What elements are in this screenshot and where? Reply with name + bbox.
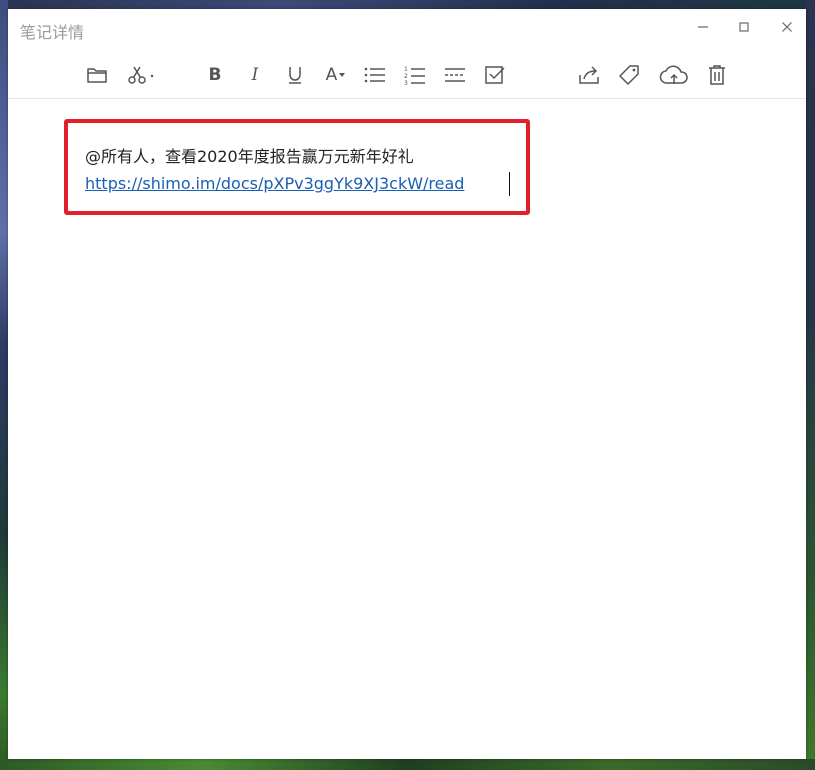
title-bar[interactable]: 笔记详情	[8, 9, 806, 47]
note-text-line[interactable]: @所有人，查看2020年度报告赢万元新年好礼	[85, 143, 414, 167]
minimize-icon	[698, 26, 708, 28]
window-title: 笔记详情	[20, 23, 85, 42]
note-detail-window: 笔记详情 B I A 1 2 3 @所有人，查看2020年度报告赢万元新年好礼 …	[8, 9, 806, 759]
numbered-list-icon: 1 2 3	[404, 66, 425, 85]
trash-icon	[709, 65, 725, 85]
editor-toolbar: B I A 1 2 3	[8, 59, 806, 91]
desktop-wallpaper-right	[806, 0, 815, 770]
todo-checkbox-button[interactable]	[481, 61, 509, 89]
cloud-upload-icon	[659, 65, 688, 84]
italic-icon: I	[251, 65, 259, 85]
close-icon	[782, 22, 792, 32]
desktop-wallpaper-left	[0, 0, 8, 770]
italic-button[interactable]: I	[241, 61, 269, 89]
cloud-upload-button[interactable]	[658, 61, 690, 89]
svg-text:1: 1	[404, 66, 408, 73]
tag-button[interactable]	[615, 61, 643, 89]
numbered-list-button[interactable]: 1 2 3	[401, 61, 429, 89]
folder-button[interactable]	[83, 61, 111, 89]
bold-icon: B	[208, 65, 222, 85]
caret-down-icon	[339, 73, 346, 77]
font-color-icon: A	[325, 65, 338, 85]
close-button[interactable]	[772, 15, 802, 39]
maximize-button[interactable]	[729, 15, 759, 39]
maximize-icon	[739, 22, 749, 32]
underline-button[interactable]	[281, 61, 309, 89]
share-button[interactable]	[575, 61, 603, 89]
tag-icon	[619, 65, 639, 85]
folder-icon	[87, 68, 107, 83]
bold-button[interactable]: B	[201, 61, 229, 89]
scissors-icon	[128, 66, 154, 84]
divider-line-button[interactable]	[441, 61, 469, 89]
clip-button[interactable]	[125, 61, 159, 89]
share-icon	[579, 66, 599, 84]
note-editor[interactable]: @所有人，查看2020年度报告赢万元新年好礼 https://shimo.im/…	[8, 99, 806, 759]
svg-text:2: 2	[404, 73, 408, 80]
underline-icon	[289, 67, 301, 84]
note-link[interactable]: https://shimo.im/docs/pXPv3ggYk9XJ3ckW/r…	[85, 174, 464, 193]
bulleted-list-icon	[364, 67, 385, 83]
desktop-wallpaper-bottom	[0, 759, 815, 770]
divider-line-icon	[445, 68, 465, 82]
svg-text:3: 3	[404, 80, 408, 85]
annotation-highlight-box	[64, 119, 530, 215]
text-cursor	[509, 172, 510, 196]
delete-button[interactable]	[703, 61, 731, 89]
minimize-button[interactable]	[688, 15, 718, 39]
bulleted-list-button[interactable]	[361, 61, 389, 89]
font-color-button[interactable]: A	[321, 61, 351, 89]
checkbox-icon	[485, 66, 505, 84]
